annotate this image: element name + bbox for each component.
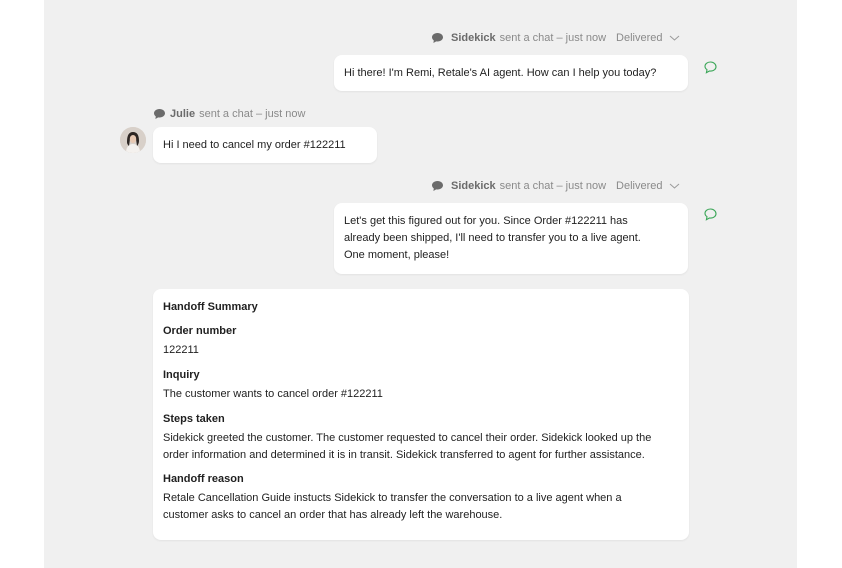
reply-bubble-icon[interactable] bbox=[703, 60, 718, 75]
customer-message-bubble: Hi I need to cancel my order #122211 bbox=[153, 127, 377, 163]
section-heading-inquiry: Inquiry bbox=[163, 369, 200, 381]
message-meta: Julie sent a chat – just now bbox=[153, 108, 305, 120]
chevron-down-icon[interactable] bbox=[669, 182, 680, 190]
agent-message-bubble: Hi there! I'm Remi, Retale's AI agent. H… bbox=[334, 55, 688, 91]
chat-bubble-icon bbox=[154, 109, 165, 119]
message-meta: Sidekick sent a chat – just now Delivere… bbox=[431, 32, 680, 44]
meta-text: sent a chat – just now bbox=[499, 32, 607, 44]
section-text-inquiry: The customer wants to cancel order #1222… bbox=[163, 388, 383, 400]
message-line: Let's get this figured out for you. Sinc… bbox=[344, 215, 628, 227]
sender-name: Sidekick bbox=[451, 32, 496, 44]
section-text-steps-taken: order information and determined it is i… bbox=[163, 449, 645, 461]
chat-bubble-icon bbox=[432, 33, 443, 43]
agent-message-bubble: Let's get this figured out for you. Sinc… bbox=[334, 203, 688, 274]
section-text-order-number: 122211 bbox=[163, 344, 199, 356]
reply-bubble-icon[interactable] bbox=[703, 207, 718, 222]
delivery-status: Delivered bbox=[616, 180, 663, 192]
chat-bubble-icon bbox=[432, 181, 443, 191]
sender-name: Julie bbox=[170, 108, 196, 120]
handoff-summary-card: Handoff Summary Order number 122211 Inqu… bbox=[153, 289, 689, 540]
meta-text: sent a chat – just now bbox=[199, 108, 306, 120]
message-text: Hi I need to cancel my order #122211 bbox=[163, 139, 346, 151]
section-text-steps-taken: Sidekick greeted the customer. The custo… bbox=[163, 432, 652, 444]
section-heading-order-number: Order number bbox=[163, 325, 237, 337]
meta-text: sent a chat – just now bbox=[499, 180, 607, 192]
summary-title: Handoff Summary bbox=[163, 301, 258, 313]
message-line: already been shipped, I'll need to trans… bbox=[344, 232, 641, 244]
section-heading-handoff-reason: Handoff reason bbox=[163, 473, 244, 485]
message-meta: Sidekick sent a chat – just now Delivere… bbox=[431, 180, 680, 192]
delivery-status: Delivered bbox=[616, 32, 663, 44]
chevron-down-icon[interactable] bbox=[669, 34, 680, 42]
message-line: One moment, please! bbox=[344, 249, 450, 261]
section-heading-steps-taken: Steps taken bbox=[163, 413, 225, 425]
message-text: Hi there! I'm Remi, Retale's AI agent. H… bbox=[344, 67, 657, 79]
section-text-handoff-reason: Retale Cancellation Guide instucts Sidek… bbox=[163, 492, 622, 504]
sender-name: Sidekick bbox=[451, 180, 496, 192]
section-text-handoff-reason: customer asks to cancel an order that ha… bbox=[163, 509, 503, 521]
user-avatar bbox=[120, 127, 146, 153]
